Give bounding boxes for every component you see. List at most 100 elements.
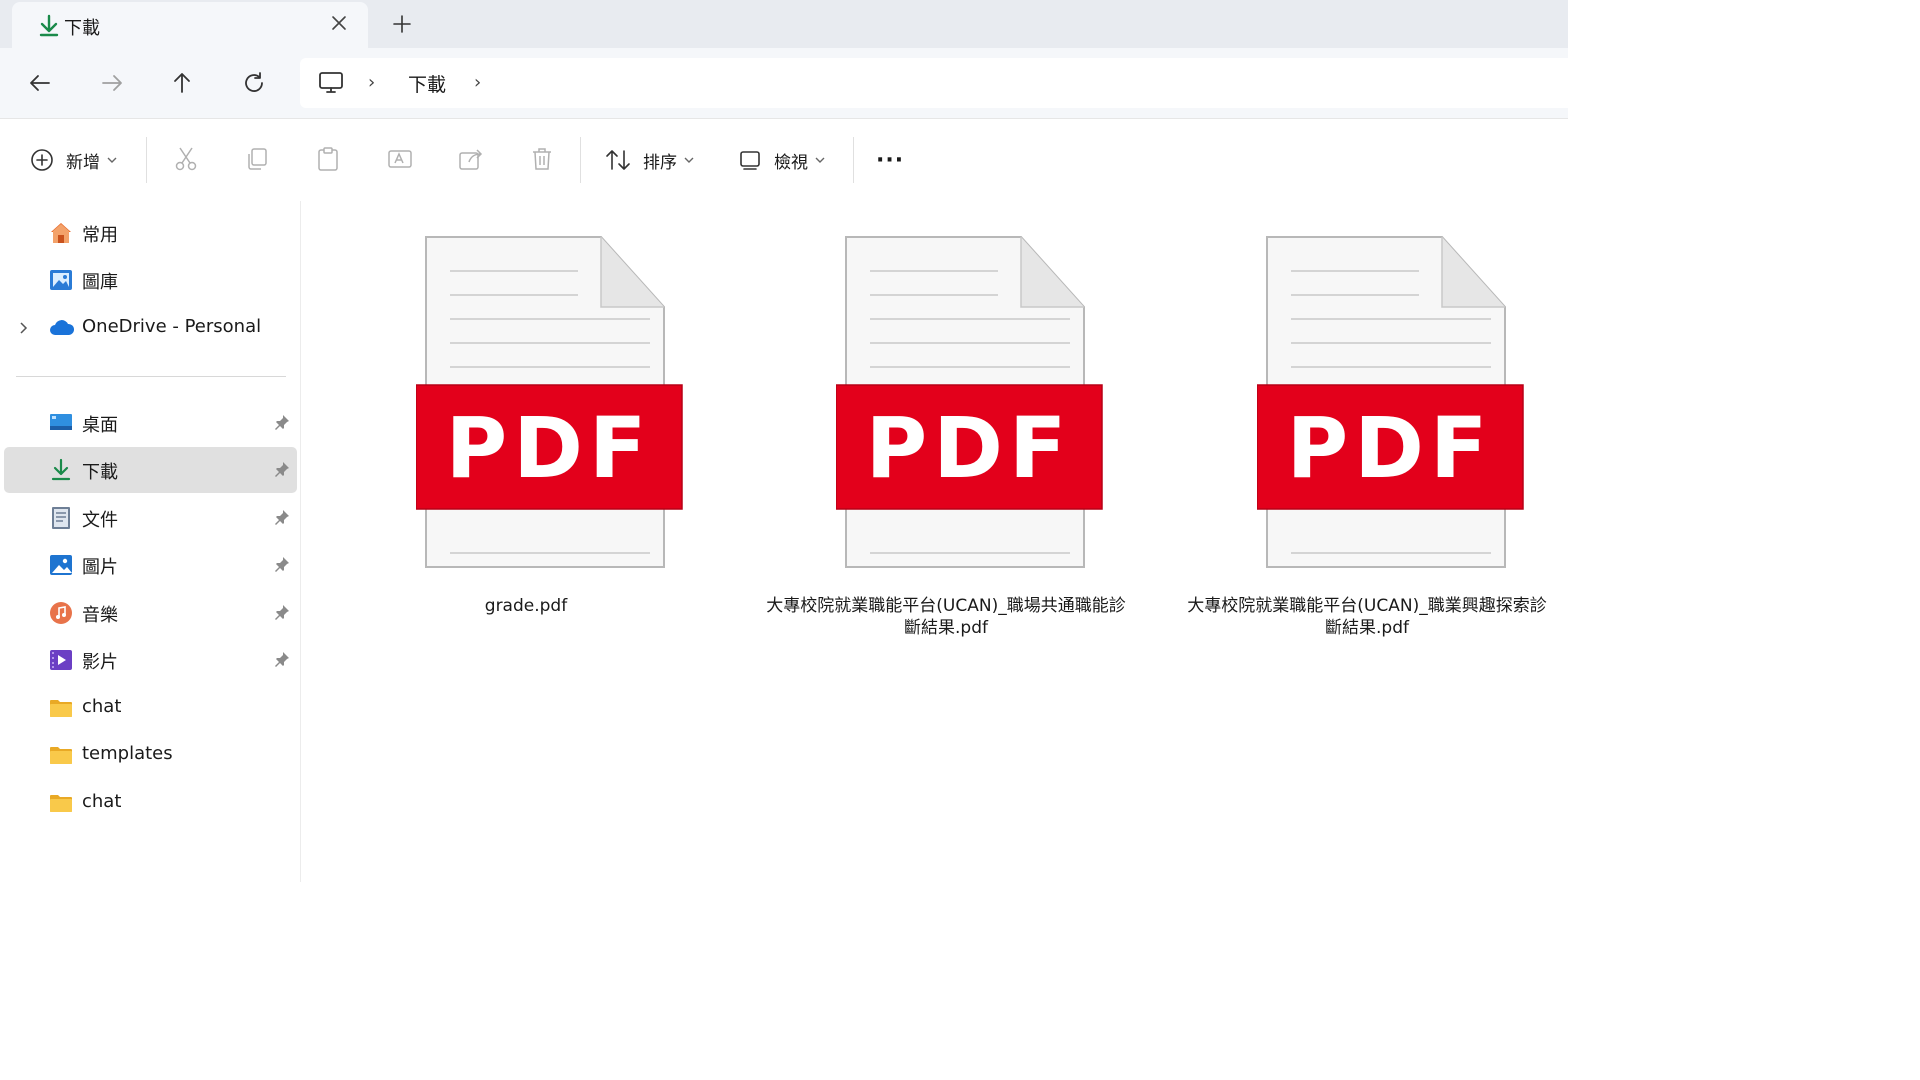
sidebar-item-label: 圖片 [82, 557, 118, 578]
sidebar-item-label: 音樂 [82, 605, 118, 626]
sidebar-item-label: chat [82, 791, 122, 812]
view-label: 檢視 [774, 152, 808, 173]
address-bar[interactable]: › 下載 › [300, 58, 1568, 108]
new-label: 新增 [66, 152, 100, 173]
sidebar-item-label: 桌面 [82, 415, 118, 436]
breadcrumb-downloads[interactable]: 下載 [408, 70, 446, 97]
up-button[interactable] [169, 70, 195, 96]
share-icon[interactable] [457, 145, 485, 173]
file-item[interactable]: PDF grade.pdf [336, 233, 716, 653]
file-item[interactable]: PDF 大專校院就業職能平台(UCAN)_職業興趣探索診 斷結果.pdf [1177, 233, 1557, 653]
more-icon: ··· [876, 147, 905, 173]
sidebar-item-onedrive[interactable]: OneDrive - Personal [4, 305, 297, 351]
onedrive-cloud-icon [48, 315, 75, 341]
chevron-right-icon[interactable] [18, 320, 30, 339]
copy-icon[interactable] [243, 145, 271, 173]
pdf-badge: PDF [446, 399, 653, 497]
tab-strip: 下載 [0, 0, 1568, 48]
file-name-line: 斷結果.pdf [904, 618, 988, 638]
pdf-badge: PDF [1287, 399, 1494, 497]
toolbar-divider [580, 137, 581, 183]
file-list: PDF grade.pdf PDF 大專校院就業職能平台(UCAN)_職場共通職… [301, 201, 1568, 882]
download-icon [48, 457, 74, 483]
rename-icon[interactable] [386, 145, 414, 173]
sidebar-item-music[interactable]: 音樂 [4, 590, 297, 636]
sidebar-item-desktop[interactable]: 桌面 [4, 400, 297, 446]
gallery-icon [48, 267, 74, 293]
pdf-file-icon: PDF [416, 236, 683, 568]
forward-button[interactable] [99, 70, 125, 96]
sort-icon [606, 150, 630, 170]
sidebar-item-label: 常用 [82, 225, 118, 246]
new-button[interactable]: 新增 [30, 145, 118, 175]
sidebar-divider [16, 376, 286, 377]
this-pc-icon[interactable] [318, 71, 344, 99]
music-icon [48, 600, 74, 626]
pin-icon[interactable] [274, 414, 290, 434]
file-name: 大專校院就業職能平台(UCAN)_職場共通職能診 斷結果.pdf [756, 595, 1136, 639]
navigation-bar: › 下載 › [0, 48, 1568, 118]
close-tab-icon[interactable] [328, 12, 350, 34]
sidebar-item-label: OneDrive - Personal [82, 316, 262, 337]
chevron-down-icon [684, 157, 694, 163]
sidebar-item-label: 文件 [82, 510, 118, 531]
home-icon [48, 220, 74, 246]
navigation-pane: 常用 圖庫 OneDrive - Personal 桌面 下載 文件 圖片 音樂… [0, 201, 301, 882]
pin-icon[interactable] [274, 461, 290, 481]
sidebar-item-home[interactable]: 常用 [4, 210, 297, 256]
file-name-line: 斷結果.pdf [1325, 618, 1409, 638]
cut-icon[interactable] [172, 145, 200, 173]
pdf-file-icon: PDF [1257, 236, 1524, 568]
pin-icon[interactable] [274, 604, 290, 624]
file-name: grade.pdf [336, 595, 716, 617]
tab-downloads[interactable]: 下載 [12, 2, 368, 48]
pin-icon[interactable] [274, 556, 290, 576]
sidebar-item-gallery[interactable]: 圖庫 [4, 257, 297, 303]
view-icon [740, 151, 760, 170]
chevron-down-icon [815, 157, 825, 163]
sidebar-item-label: 下載 [82, 462, 118, 483]
more-options-button[interactable]: ··· [876, 145, 904, 175]
tab-title: 下載 [64, 18, 100, 39]
paste-icon[interactable] [314, 145, 342, 173]
delete-icon[interactable] [528, 145, 556, 173]
file-name: 大專校院就業職能平台(UCAN)_職業興趣探索診 斷結果.pdf [1177, 595, 1557, 639]
sidebar-item-chat[interactable]: chat [4, 685, 297, 731]
chevron-down-icon [107, 157, 117, 163]
folder-icon [48, 790, 74, 816]
breadcrumb-separator[interactable]: › [368, 72, 375, 93]
view-button[interactable]: 檢視 [738, 145, 826, 175]
pdf-badge: PDF [866, 399, 1073, 497]
sidebar-item-templates[interactable]: templates [4, 732, 297, 778]
sidebar-item-videos[interactable]: 影片 [4, 637, 297, 683]
breadcrumb-separator[interactable]: › [474, 72, 481, 93]
sidebar-item-documents[interactable]: 文件 [4, 495, 297, 541]
sidebar-item-label: templates [82, 743, 173, 764]
download-icon [38, 14, 60, 42]
file-name-line: 大專校院就業職能平台(UCAN)_職場共通職能診 [766, 596, 1126, 616]
sort-button[interactable]: 排序 [605, 145, 695, 175]
folder-icon [48, 742, 74, 768]
pdf-file-icon: PDF [836, 236, 1103, 568]
command-bar: 新增 排序 檢視 ··· [0, 118, 1568, 202]
refresh-button[interactable] [241, 70, 267, 96]
pin-icon[interactable] [274, 509, 290, 529]
pin-icon[interactable] [274, 651, 290, 671]
sidebar-item-pictures[interactable]: 圖片 [4, 542, 297, 588]
toolbar-divider [146, 137, 147, 183]
sort-label: 排序 [643, 152, 677, 173]
back-button[interactable] [27, 70, 53, 96]
sidebar-item-downloads[interactable]: 下載 [4, 447, 297, 493]
folder-icon [48, 695, 74, 721]
file-name-line: grade.pdf [484, 596, 568, 616]
file-item[interactable]: PDF 大專校院就業職能平台(UCAN)_職場共通職能診 斷結果.pdf [756, 233, 1136, 653]
toolbar-divider [853, 137, 854, 183]
pictures-icon [48, 552, 74, 578]
file-name-line: 大專校院就業職能平台(UCAN)_職業興趣探索診 [1187, 596, 1547, 616]
sidebar-item-label: 影片 [82, 652, 118, 673]
videos-icon [48, 647, 74, 673]
sidebar-item-label: 圖庫 [82, 272, 118, 293]
new-tab-button[interactable] [390, 12, 414, 36]
desktop-icon [48, 410, 74, 436]
sidebar-item-chat[interactable]: chat [4, 780, 297, 826]
